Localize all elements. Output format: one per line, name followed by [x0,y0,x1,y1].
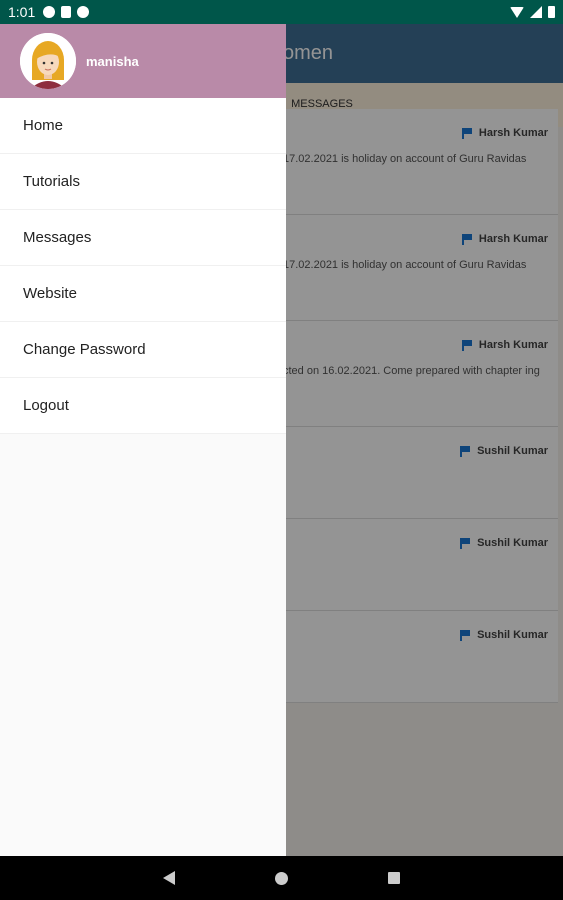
status-time: 1:01 [8,4,36,20]
drawer-header: manisha [0,24,286,98]
notification-icon [77,6,90,18]
back-icon[interactable] [163,871,175,885]
status-icons [510,6,555,18]
username: manisha [86,53,139,69]
menu-item-website[interactable]: Website [0,266,286,322]
cell-signal-icon [530,6,542,18]
menu-item-messages[interactable]: Messages [0,210,286,266]
menu-item-change-password[interactable]: Change Password [0,322,286,378]
navigation-drawer: manisha Home Tutorials Messages Website … [0,24,286,856]
status-bar: 1:01 [0,0,563,24]
notification-icon [43,6,56,18]
menu-item-logout[interactable]: Logout [0,378,286,434]
menu-item-tutorials[interactable]: Tutorials [0,154,286,210]
wifi-icon [510,6,524,18]
home-icon[interactable] [275,871,288,885]
avatar [20,33,76,89]
sd-card-icon [61,6,72,18]
recents-icon[interactable] [388,872,400,884]
system-nav-bar [0,856,563,900]
battery-icon [548,6,555,18]
menu-item-home[interactable]: Home [0,98,286,154]
drawer-menu: Home Tutorials Messages Website Change P… [0,98,286,434]
